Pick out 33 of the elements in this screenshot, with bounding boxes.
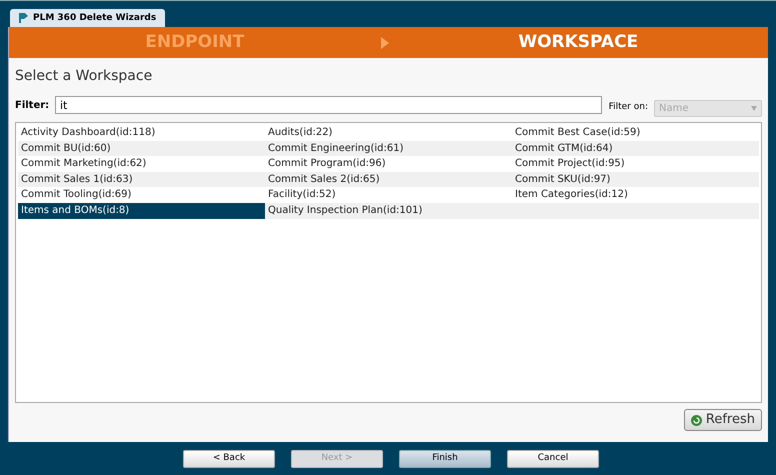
filter-field[interactable]: it xyxy=(55,96,602,114)
workspace-item[interactable]: Commit BU(id:60) xyxy=(18,140,265,156)
step-label: ENDPOINT xyxy=(144,30,246,54)
workspace-item[interactable]: Commit GTM(id:64) xyxy=(512,140,759,156)
workspace-item[interactable]: Commit Sales 1(id:63) xyxy=(18,172,265,188)
workspace-item[interactable]: Audits(id:22) xyxy=(265,125,512,141)
logo-icon xyxy=(18,12,29,24)
dropdown-arrow-icon xyxy=(751,106,757,110)
step-label: WORKSPACE xyxy=(517,30,640,54)
workspace-item[interactable]: Commit Program(id:96) xyxy=(265,156,512,172)
workspace-item[interactable]: Commit Engineering(id:61) xyxy=(265,140,512,156)
refresh-button[interactable]: Refresh xyxy=(684,409,762,431)
arrow-icon xyxy=(380,36,388,48)
window-title: PLM 360 Delete Wizards xyxy=(33,12,156,24)
workspace-item[interactable]: Commit Marketing(id:62) xyxy=(18,156,265,172)
workspace-item[interactable]: Commit Sales 2(id:65) xyxy=(265,172,512,188)
workspace-item[interactable]: Items and BOMs(id:8) xyxy=(18,202,265,219)
workspace-item[interactable]: Commit Project(id:95) xyxy=(512,156,759,172)
wizard-button[interactable]: Cancel xyxy=(507,450,599,468)
workspace-item[interactable]: Commit Best Case(id:59) xyxy=(512,125,759,141)
window-tab[interactable]: PLM 360 Delete Wizards xyxy=(10,9,165,27)
filter-on-label: Filter on: xyxy=(608,101,648,114)
filter-label: Filter: xyxy=(15,98,50,112)
refresh-icon xyxy=(690,414,702,426)
workspace-item[interactable]: Quality Inspection Plan(id:101) xyxy=(265,202,512,219)
workspace-item[interactable]: Commit SKU(id:97) xyxy=(512,172,759,188)
wizard-button[interactable]: Finish xyxy=(399,450,491,468)
page-heading: Select a Workspace xyxy=(15,67,154,86)
workspace-item[interactable]: Commit Tooling(id:69) xyxy=(18,187,265,203)
workspace-item[interactable]: Item Categories(id:12) xyxy=(512,187,759,203)
wizard-button[interactable]: < Back xyxy=(183,450,275,468)
workspace-item[interactable]: Activity Dashboard(id:118) xyxy=(18,125,265,141)
workspace-item[interactable]: Facility(id:52) xyxy=(265,187,512,203)
